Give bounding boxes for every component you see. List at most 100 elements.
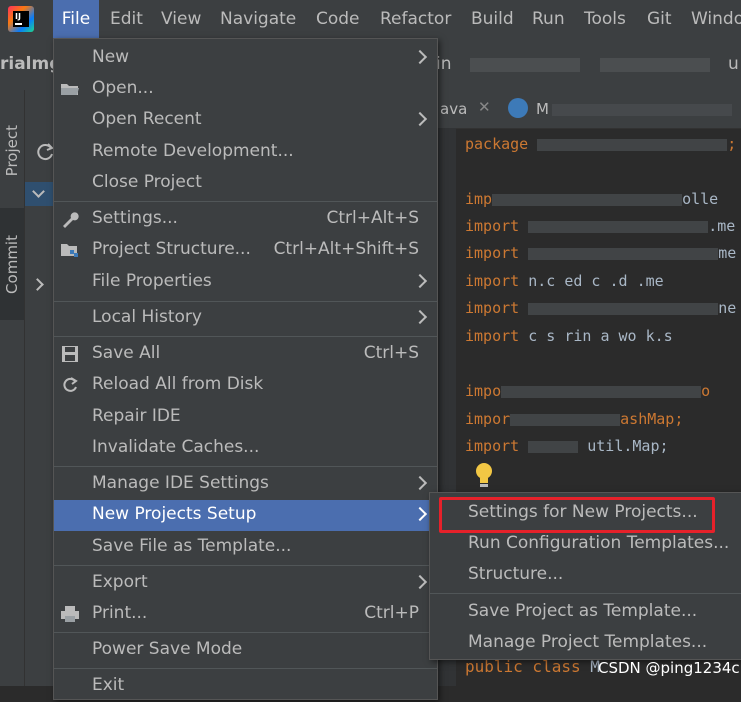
breadcrumb-blurred — [470, 58, 580, 72]
menu-item-shortcut: Ctrl+Alt+S — [326, 208, 419, 228]
menu-item-save-all[interactable]: Save All Ctrl+S — [54, 339, 437, 370]
menu-item-repair-ide[interactable]: Repair IDE — [54, 402, 437, 433]
code-text: ne — [718, 299, 737, 317]
code-keyword: imp — [465, 190, 493, 208]
chevron-right-icon — [412, 111, 428, 127]
chevron-right-icon — [412, 49, 428, 65]
menu-item-export[interactable]: Export — [54, 568, 437, 599]
code-line-8: impo o — [465, 382, 710, 400]
code-text: .me — [708, 217, 736, 235]
menu-item-local-history[interactable]: Local History — [54, 303, 437, 334]
menu-run[interactable]: Run — [532, 0, 565, 38]
intellij-logo-icon[interactable]: IJ — [8, 6, 34, 32]
menu-item-label: Reload All from Disk — [92, 374, 264, 394]
menu-item-label: Close Project — [92, 172, 202, 192]
code-keyword: import — [465, 327, 520, 345]
menu-build[interactable]: Build — [471, 0, 514, 38]
menu-item-settings[interactable]: Settings... Ctrl+Alt+S — [54, 204, 437, 235]
menu-view[interactable]: View — [161, 0, 201, 38]
code-text: me — [718, 244, 737, 262]
chevron-right-icon — [412, 574, 428, 590]
menu-item-label: Remote Development... — [92, 141, 294, 161]
menu-refactor[interactable]: Refactor — [380, 0, 451, 38]
code-text: o — [701, 382, 711, 400]
breadcrumb-tail-2[interactable]: u — [728, 54, 739, 74]
code-text: ashMap; — [620, 410, 684, 428]
tab-file-label[interactable]: ava — [440, 100, 467, 118]
submenu-item-manage-project-templates[interactable]: Manage Project Templates... — [430, 628, 741, 659]
code-keyword: import — [465, 299, 520, 317]
code-line-6: import ne — [465, 299, 736, 317]
tab-commit[interactable]: Commit — [0, 208, 24, 320]
menu-item-power-save-mode[interactable]: Power Save Mode — [54, 635, 437, 666]
submenu-item-save-project-as-template[interactable]: Save Project as Template... — [430, 597, 741, 628]
menu-item-shortcut: Ctrl+S — [363, 343, 419, 363]
menu-edit[interactable]: Edit — [110, 0, 143, 38]
menu-item-reload-all[interactable]: Reload All from Disk — [54, 370, 437, 401]
submenu-item-run-configuration-templates[interactable]: Run Configuration Templates... — [430, 529, 741, 560]
menu-item-manage-ide-settings[interactable]: Manage IDE Settings — [54, 469, 437, 500]
code-line-5: import n.c ed c .d .me — [465, 272, 664, 290]
left-panel — [25, 90, 54, 686]
menu-item-label: File Properties — [92, 271, 212, 291]
class-file-icon — [508, 98, 528, 118]
menu-item-remote-development[interactable]: Remote Development... — [54, 137, 437, 168]
menu-item-label: New — [92, 47, 130, 67]
submenu-item-label: Save Project as Template... — [468, 601, 698, 621]
print-icon — [61, 606, 79, 622]
watermark: CSDN @ping1234c — [598, 659, 740, 677]
menu-item-project-structure[interactable]: Project Structure... Ctrl+Alt+Shift+S — [54, 235, 437, 266]
breadcrumb-tail[interactable]: in — [436, 54, 452, 74]
menu-item-new[interactable]: New — [54, 43, 437, 74]
menu-code[interactable]: Code — [316, 0, 360, 38]
menu-item-exit[interactable]: Exit — [54, 671, 437, 702]
lightbulb-icon[interactable] — [474, 462, 494, 488]
menu-bar: IJ File Edit View Navigate Code Refactor… — [0, 0, 741, 39]
chevron-right-icon — [412, 273, 428, 289]
menu-git[interactable]: Git — [647, 0, 672, 38]
submenu-separator — [430, 593, 741, 594]
menu-file[interactable]: File — [53, 0, 99, 38]
tab-file-label-2[interactable]: M — [536, 100, 549, 118]
code-keyword: impo — [465, 382, 502, 400]
code-keyword: import — [465, 272, 520, 290]
menu-separator — [54, 466, 437, 467]
menu-separator — [54, 565, 437, 566]
code-keyword: package — [465, 135, 529, 153]
menu-item-label: Exit — [92, 675, 125, 695]
menu-separator — [54, 632, 437, 633]
code-keyword: impor — [465, 410, 511, 428]
menu-item-label: Open Recent — [92, 109, 202, 129]
code-keyword: import — [465, 437, 520, 455]
submenu-item-structure[interactable]: Structure... — [430, 560, 741, 591]
close-icon[interactable]: ✕ — [478, 98, 491, 116]
menu-item-new-projects-setup[interactable]: New Projects Setup — [54, 500, 437, 531]
submenu-item-label: Structure... — [468, 564, 564, 584]
tab-commit-label: Commit — [3, 234, 21, 294]
menu-item-close-project[interactable]: Close Project — [54, 168, 437, 199]
code-line-9: impor ashMap; — [465, 410, 683, 428]
menu-item-print[interactable]: Print... Ctrl+P — [54, 599, 437, 630]
menu-item-invalidate-caches[interactable]: Invalidate Caches... — [54, 433, 437, 464]
code-text: c s rin a wo k.s — [519, 327, 673, 345]
menu-window[interactable]: Windo — [691, 0, 741, 38]
menu-item-label: Save All — [92, 343, 161, 363]
menu-item-open-recent[interactable]: Open Recent — [54, 105, 437, 136]
code-keyword: import — [465, 217, 520, 235]
menu-separator — [54, 336, 437, 337]
menu-item-shortcut: Ctrl+Alt+Shift+S — [273, 239, 419, 259]
chevron-down-icon[interactable] — [25, 182, 53, 206]
menu-item-file-properties[interactable]: File Properties — [54, 267, 437, 298]
code-text: olle — [682, 190, 719, 208]
menu-item-open[interactable]: Open... — [54, 74, 437, 105]
menu-navigate[interactable]: Navigate — [220, 0, 296, 38]
annotation-highlight — [439, 497, 715, 533]
chevron-right-icon — [412, 475, 428, 491]
menu-item-save-file-as-template[interactable]: Save File as Template... — [54, 532, 437, 563]
code-line-10: import util.Map; — [465, 437, 669, 455]
menu-tools[interactable]: Tools — [584, 0, 626, 38]
chevron-right-icon[interactable] — [31, 278, 44, 291]
tab-project[interactable]: Project — [0, 96, 24, 206]
menu-separator — [54, 668, 437, 669]
menu-separator — [54, 301, 437, 302]
